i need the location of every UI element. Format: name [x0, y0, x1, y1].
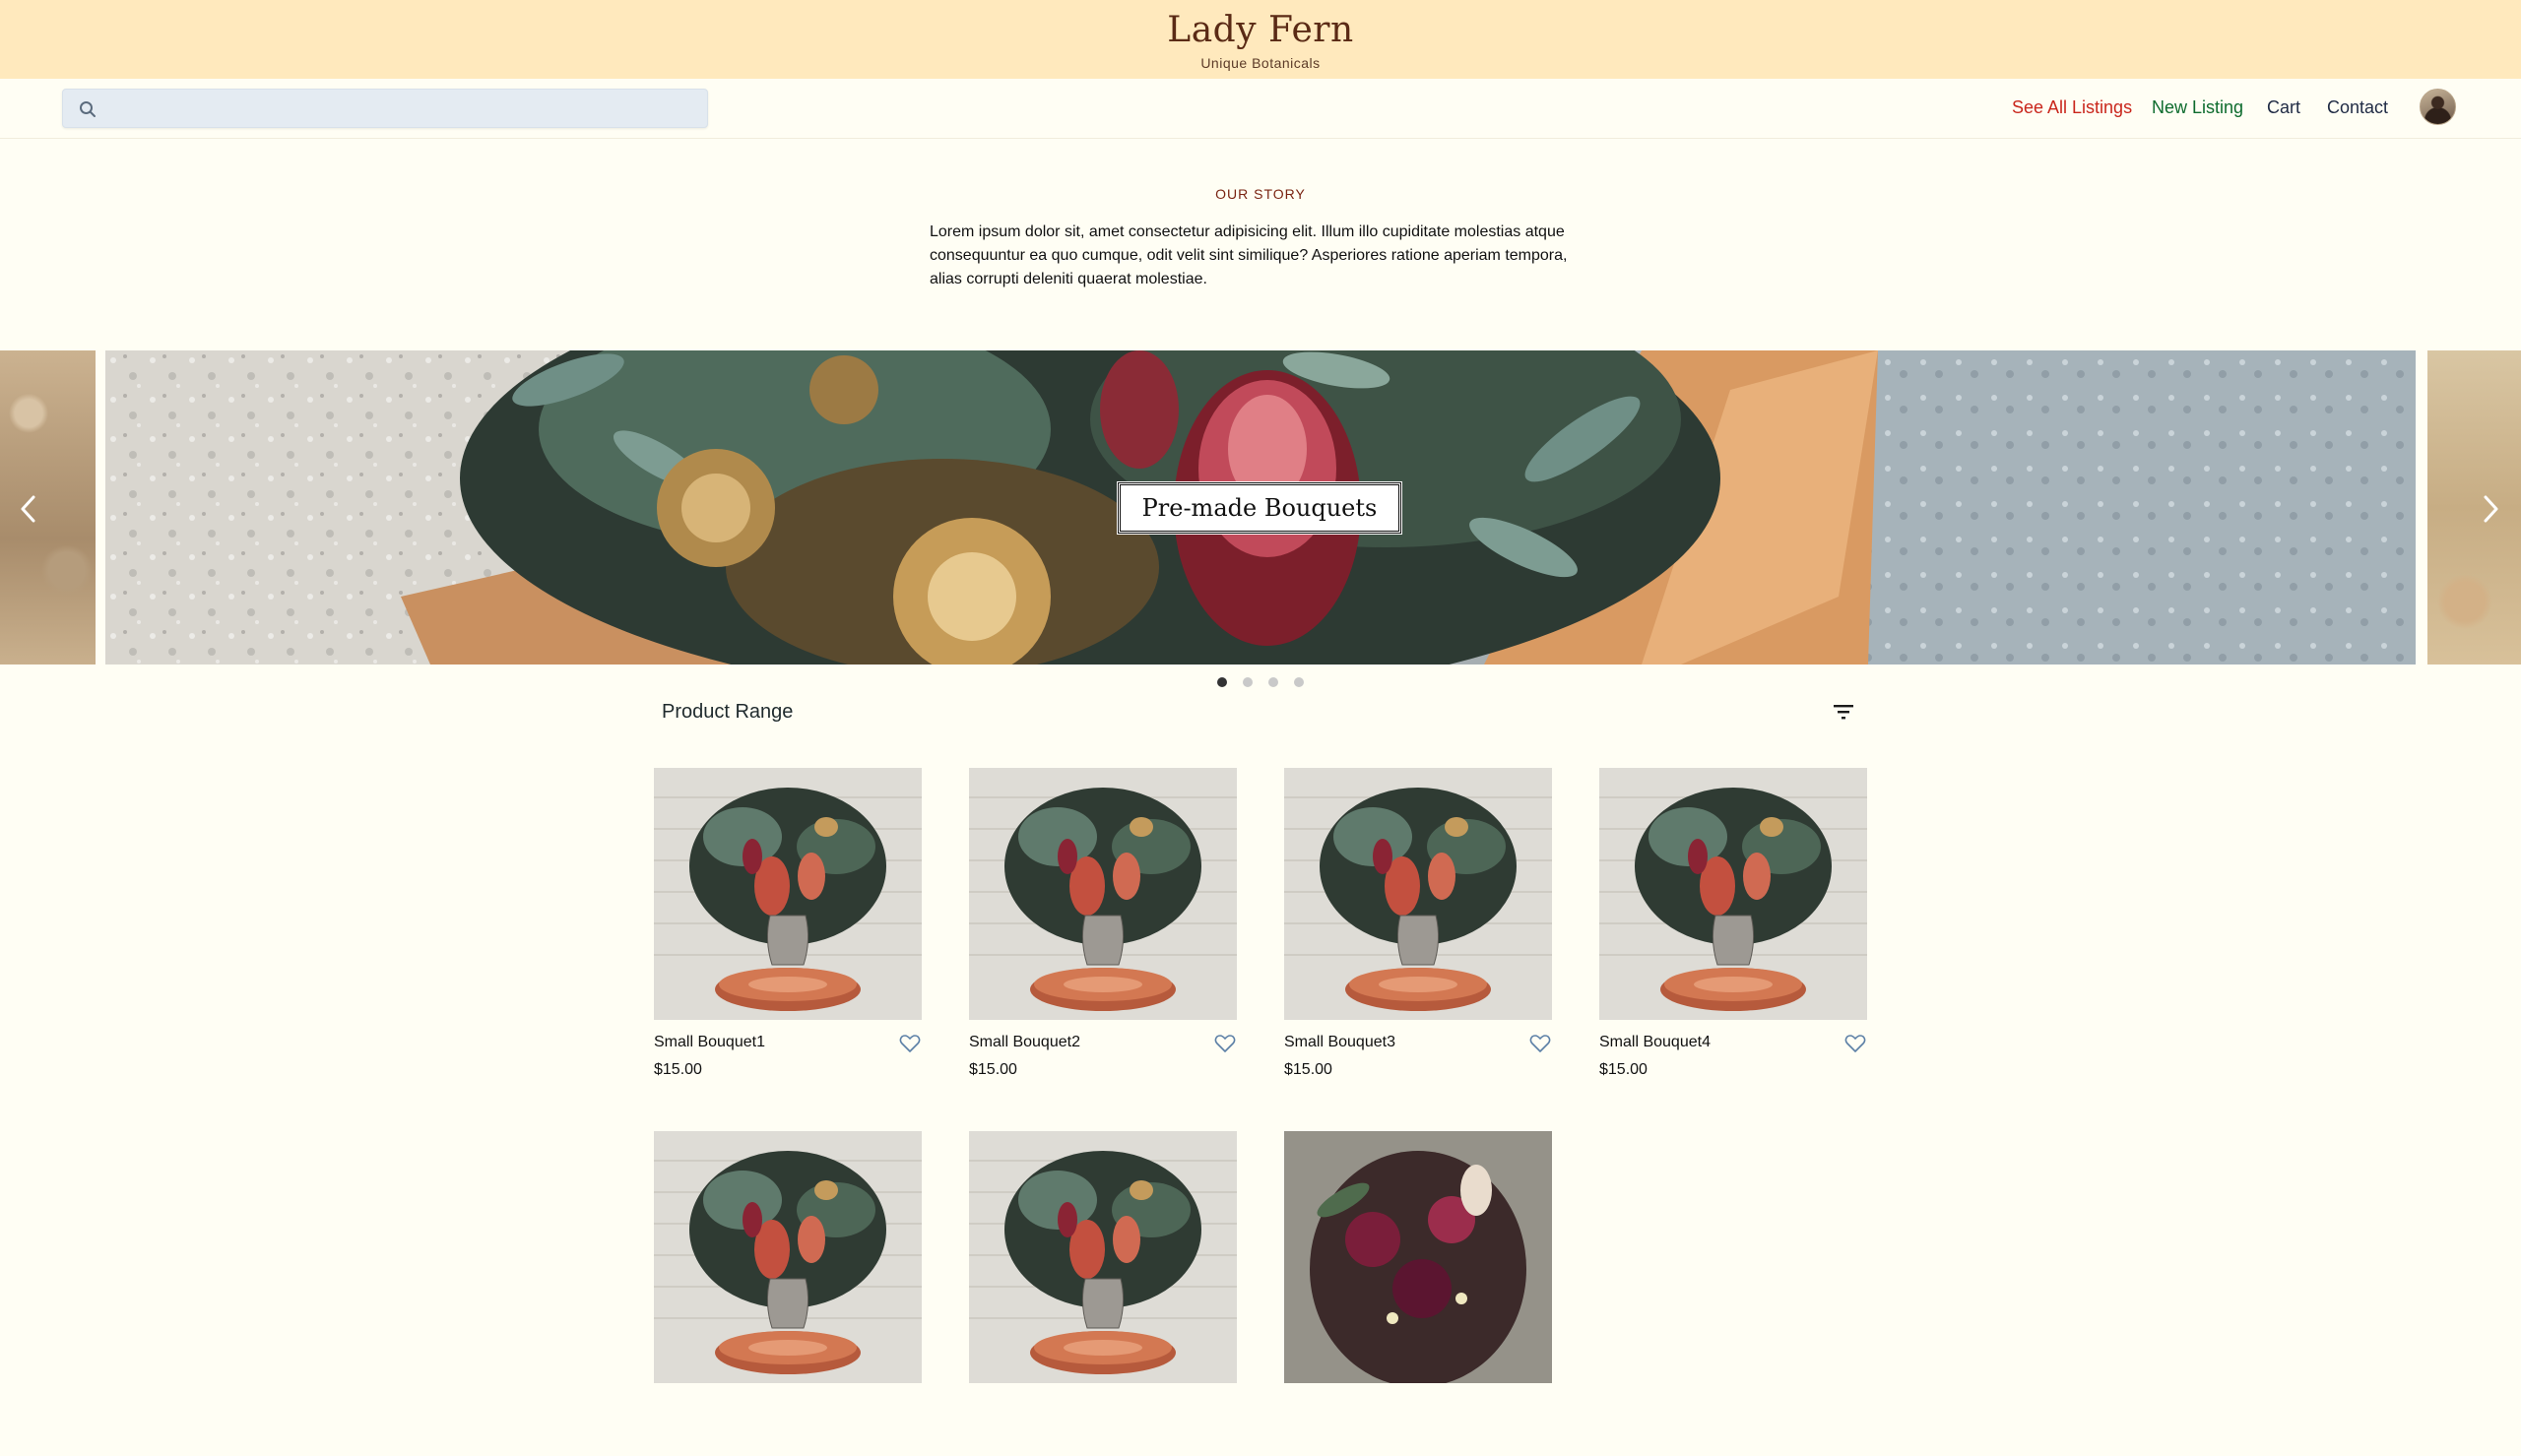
product-card[interactable] [969, 1131, 1237, 1456]
product-price: $15.00 [654, 1061, 702, 1078]
carousel-dot-1[interactable] [1217, 677, 1227, 687]
product-image[interactable] [969, 768, 1237, 1020]
nav-cart[interactable]: Cart [2267, 97, 2300, 118]
search-input[interactable] [110, 94, 691, 123]
carousel-dot-3[interactable] [1268, 677, 1278, 687]
brand-subtitle: Unique Botanicals [1200, 55, 1321, 71]
nav-see-all-listings[interactable]: See All Listings [2012, 97, 2132, 118]
heart-icon[interactable] [899, 1034, 921, 1053]
product-image[interactable] [654, 1131, 922, 1383]
product-price: $15.00 [969, 1061, 1017, 1078]
carousel-caption[interactable]: Pre-made Bouquets [1117, 481, 1402, 535]
carousel-dot-4[interactable] [1294, 677, 1304, 687]
heart-icon[interactable] [1214, 1034, 1236, 1053]
product-name[interactable]: Small Bouquet3 [1284, 1034, 1395, 1051]
chevron-left-icon[interactable] [14, 492, 43, 526]
nav-contact[interactable]: Contact [2327, 97, 2388, 118]
avatar[interactable] [2420, 89, 2456, 125]
brand-banner: Lady Fern Unique Botanicals [0, 0, 2521, 79]
carousel-dot-2[interactable] [1243, 677, 1253, 687]
heart-icon[interactable] [1529, 1034, 1551, 1053]
carousel-dots [0, 677, 2521, 689]
product-name[interactable]: Small Bouquet1 [654, 1034, 765, 1051]
product-card[interactable]: Small Bouquet1 $15.00 [654, 768, 922, 1093]
search-icon [80, 101, 96, 117]
carousel-next-slide-preview [2427, 350, 2521, 665]
product-range-title: Product Range [662, 701, 794, 723]
main-nav: See All Listings New Listing Cart Contac… [0, 79, 2521, 139]
story-heading: OUR STORY [1215, 186, 1306, 202]
story-body: Lorem ipsum dolor sit, amet consectetur … [930, 223, 1568, 287]
product-image[interactable] [1599, 768, 1867, 1020]
product-image[interactable] [654, 768, 922, 1020]
product-name[interactable]: Small Bouquet2 [969, 1034, 1080, 1051]
product-card[interactable]: Small Bouquet2 $15.00 [969, 768, 1237, 1093]
heart-icon[interactable] [1844, 1034, 1866, 1053]
product-image[interactable] [969, 1131, 1237, 1383]
product-price: $15.00 [1599, 1061, 1648, 1078]
nav-new-listing[interactable]: New Listing [2152, 97, 2243, 118]
product-image[interactable] [1284, 768, 1552, 1020]
product-price: $15.00 [1284, 1061, 1332, 1078]
product-card[interactable] [1284, 1131, 1552, 1456]
search-box[interactable] [62, 89, 708, 128]
chevron-right-icon[interactable] [2476, 492, 2505, 526]
product-image[interactable] [1284, 1131, 1552, 1383]
product-name[interactable]: Small Bouquet4 [1599, 1034, 1711, 1051]
filter-icon[interactable] [1832, 702, 1855, 722]
product-card[interactable]: Small Bouquet3 $15.00 [1284, 768, 1552, 1093]
product-card[interactable]: Small Bouquet4 $15.00 [1599, 768, 1867, 1093]
product-card[interactable] [654, 1131, 922, 1456]
brand-title[interactable]: Lady Fern [0, 10, 2521, 50]
